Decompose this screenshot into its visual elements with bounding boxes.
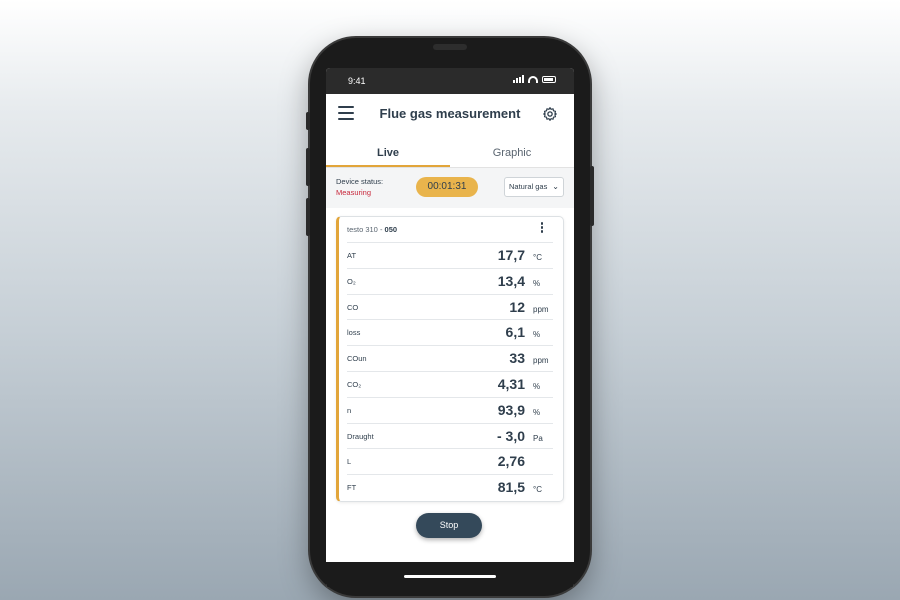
measurement-value: - 3,0	[496, 427, 525, 444]
measurement-timer: 00:01:31	[416, 177, 478, 197]
measurement-unit: %	[533, 330, 541, 340]
more-options-icon[interactable]	[537, 222, 547, 236]
measurement-label: loss	[347, 328, 361, 338]
gear-icon[interactable]	[542, 106, 558, 122]
fuel-type-value: Natural gas	[509, 182, 548, 191]
measurement-value: 33	[509, 350, 525, 367]
tab-graphic[interactable]: Graphic	[450, 138, 574, 167]
device-name: testo 310	[347, 225, 378, 234]
home-indicator[interactable]	[404, 575, 496, 578]
measurement-label: FT	[347, 483, 357, 493]
device-status-value: Measuring	[336, 188, 372, 197]
measurement-label: L	[347, 457, 352, 467]
measurement-value: 13,4	[497, 272, 525, 289]
measurement-label: CO	[347, 302, 359, 312]
measurement-value: 12	[509, 298, 525, 315]
volume-down-button	[306, 198, 310, 236]
chevron-down-icon: ⌄	[552, 182, 559, 191]
measurement-row: AT 17,7 °C	[347, 242, 553, 268]
measurement-row: L 2,76	[347, 448, 553, 474]
measurement-row: n 93,9%	[347, 396, 553, 423]
volume-up-button	[306, 148, 310, 186]
measurement-unit: °C	[533, 485, 542, 495]
measurement-row: CO₂ 4,31%	[347, 370, 553, 397]
camera-notch	[433, 44, 467, 50]
measurement-unit: Pa	[533, 433, 543, 443]
device-id: 050	[384, 225, 398, 234]
measurement-unit: ppm	[533, 304, 549, 314]
status-bar: 9:41	[326, 68, 574, 94]
measurement-value: 17,7	[497, 247, 525, 263]
home-indicator-area	[326, 562, 574, 588]
power-button	[590, 166, 594, 226]
clock: 9:41	[348, 76, 366, 86]
status-icons	[513, 75, 556, 83]
wifi-icon	[528, 75, 538, 83]
battery-icon	[542, 75, 556, 83]
phone-screen: 9:41 Flue gas measurement Live Graphic D…	[326, 68, 574, 588]
measurement-unit: %	[533, 381, 541, 391]
page-title: Flue gas measurement	[379, 106, 521, 121]
fuel-type-select[interactable]: Natural gas ⌄	[504, 177, 564, 197]
measurement-label: n	[347, 405, 352, 415]
tab-bar: Live Graphic	[326, 138, 574, 168]
measurement-row: loss 6,1%	[347, 319, 553, 345]
signal-icon	[513, 75, 524, 83]
measurement-label: AT	[347, 251, 357, 260]
measurement-label: CO₂	[347, 379, 362, 389]
measurement-unit: ppm	[533, 356, 549, 366]
card-header: testo 310 - 050	[347, 225, 397, 234]
measurement-value: 6,1	[505, 324, 525, 341]
measurement-unit: %	[533, 278, 541, 288]
device-status-bar: Device status: Measuring 00:01:31 Natura…	[326, 168, 574, 208]
measurement-value: 93,9	[497, 401, 525, 418]
measurement-row: Draught - 3,0 Pa	[347, 422, 553, 449]
stop-button[interactable]: Stop	[416, 513, 482, 538]
device-separator: -	[377, 225, 385, 234]
measurement-row: COun 33 ppm	[347, 345, 553, 371]
measurement-row: CO 12 ppm	[347, 293, 553, 320]
mute-switch	[306, 112, 310, 130]
measurement-unit: °C	[533, 253, 542, 262]
measurement-label: O₂	[347, 276, 356, 286]
tab-live[interactable]: Live	[326, 138, 450, 167]
measurement-label: COun	[347, 354, 367, 364]
device-status-label: Device status:	[336, 177, 384, 186]
measurement-value: 4,31	[497, 375, 525, 392]
phone-frame: 9:41 Flue gas measurement Live Graphic D…	[306, 38, 594, 596]
measurement-value: 81,5	[497, 479, 525, 496]
measurement-value: 2,76	[497, 453, 525, 470]
app-bar: Flue gas measurement	[326, 94, 574, 138]
measurement-row: O₂ 13,4%	[347, 267, 553, 294]
measurement-unit: %	[533, 407, 541, 417]
measurement-label: Draught	[347, 431, 374, 441]
measurement-card: testo 310 - 050 AT 17,7 °C O₂ 13,4% CO 12 ppm lo…	[336, 216, 564, 502]
measurement-list: AT 17,7 °C O₂ 13,4% CO 12 ppm loss 6,1% COun 33 ppm C…	[347, 242, 553, 500]
measurement-row: FT 81,5 °C	[347, 474, 553, 500]
